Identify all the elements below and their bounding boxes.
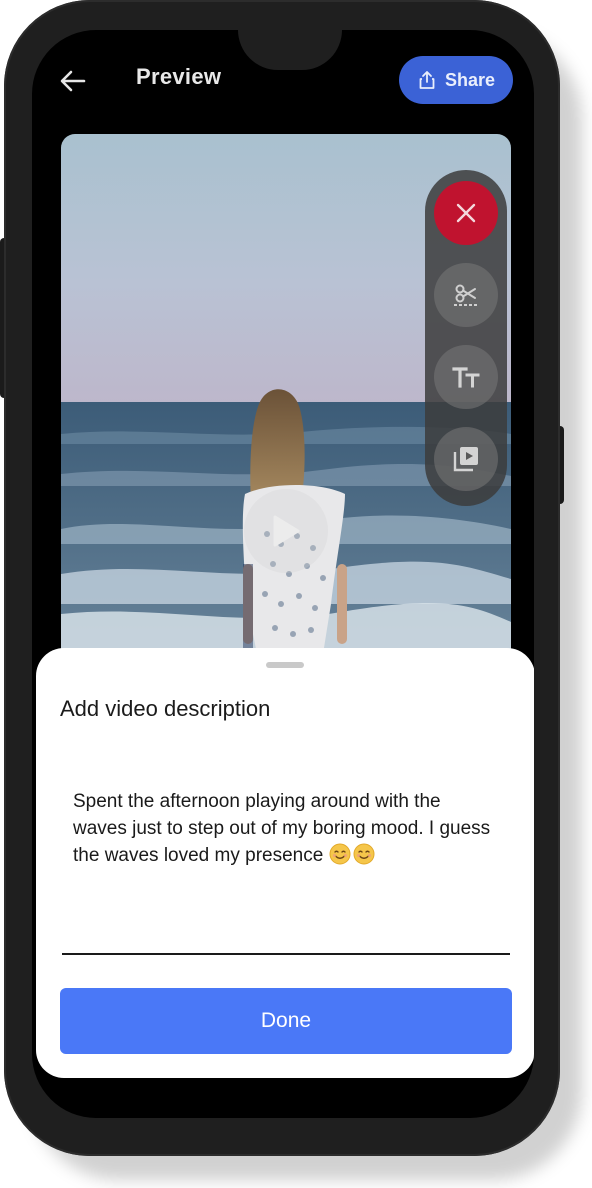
smiling-face-emoji (329, 843, 351, 865)
trim-scissors-icon (454, 284, 478, 306)
play-icon (273, 515, 300, 547)
play-button[interactable] (244, 489, 328, 573)
done-button[interactable]: Done (60, 988, 512, 1054)
text-tool-button[interactable] (434, 345, 498, 409)
editing-tool-rail (425, 170, 507, 506)
media-tool-button[interactable] (434, 427, 498, 491)
camera-notch (238, 30, 342, 70)
phone-screen: Preview Share Add video description Spen… (32, 30, 534, 1118)
phone-frame: Preview Share Add video description Spen… (4, 0, 560, 1156)
sheet-title: Add video description (60, 696, 271, 721)
share-label: Share (444, 69, 496, 90)
sheet-drag-handle[interactable] (266, 662, 304, 668)
done-label: Done (260, 1009, 312, 1032)
text-icon (452, 367, 480, 388)
close-icon (456, 203, 476, 223)
close-tool-button[interactable] (434, 181, 498, 245)
page-title: Preview (136, 64, 222, 89)
description-text: Spent the afternoon playing around with … (73, 791, 491, 866)
description-input[interactable]: Spent the afternoon playing around with … (73, 788, 493, 869)
smiling-face-emoji (353, 843, 375, 865)
description-sheet: Add video description Spent the afternoo… (36, 648, 534, 1078)
media-library-icon (453, 447, 478, 472)
share-button[interactable]: Share (399, 56, 513, 104)
app-stage: Preview Share Add video description Spen… (0, 0, 592, 1188)
trim-tool-button[interactable] (434, 263, 498, 327)
share-upload-icon (419, 71, 435, 89)
arrow-left-icon[interactable] (58, 66, 88, 96)
input-underline (62, 953, 510, 955)
